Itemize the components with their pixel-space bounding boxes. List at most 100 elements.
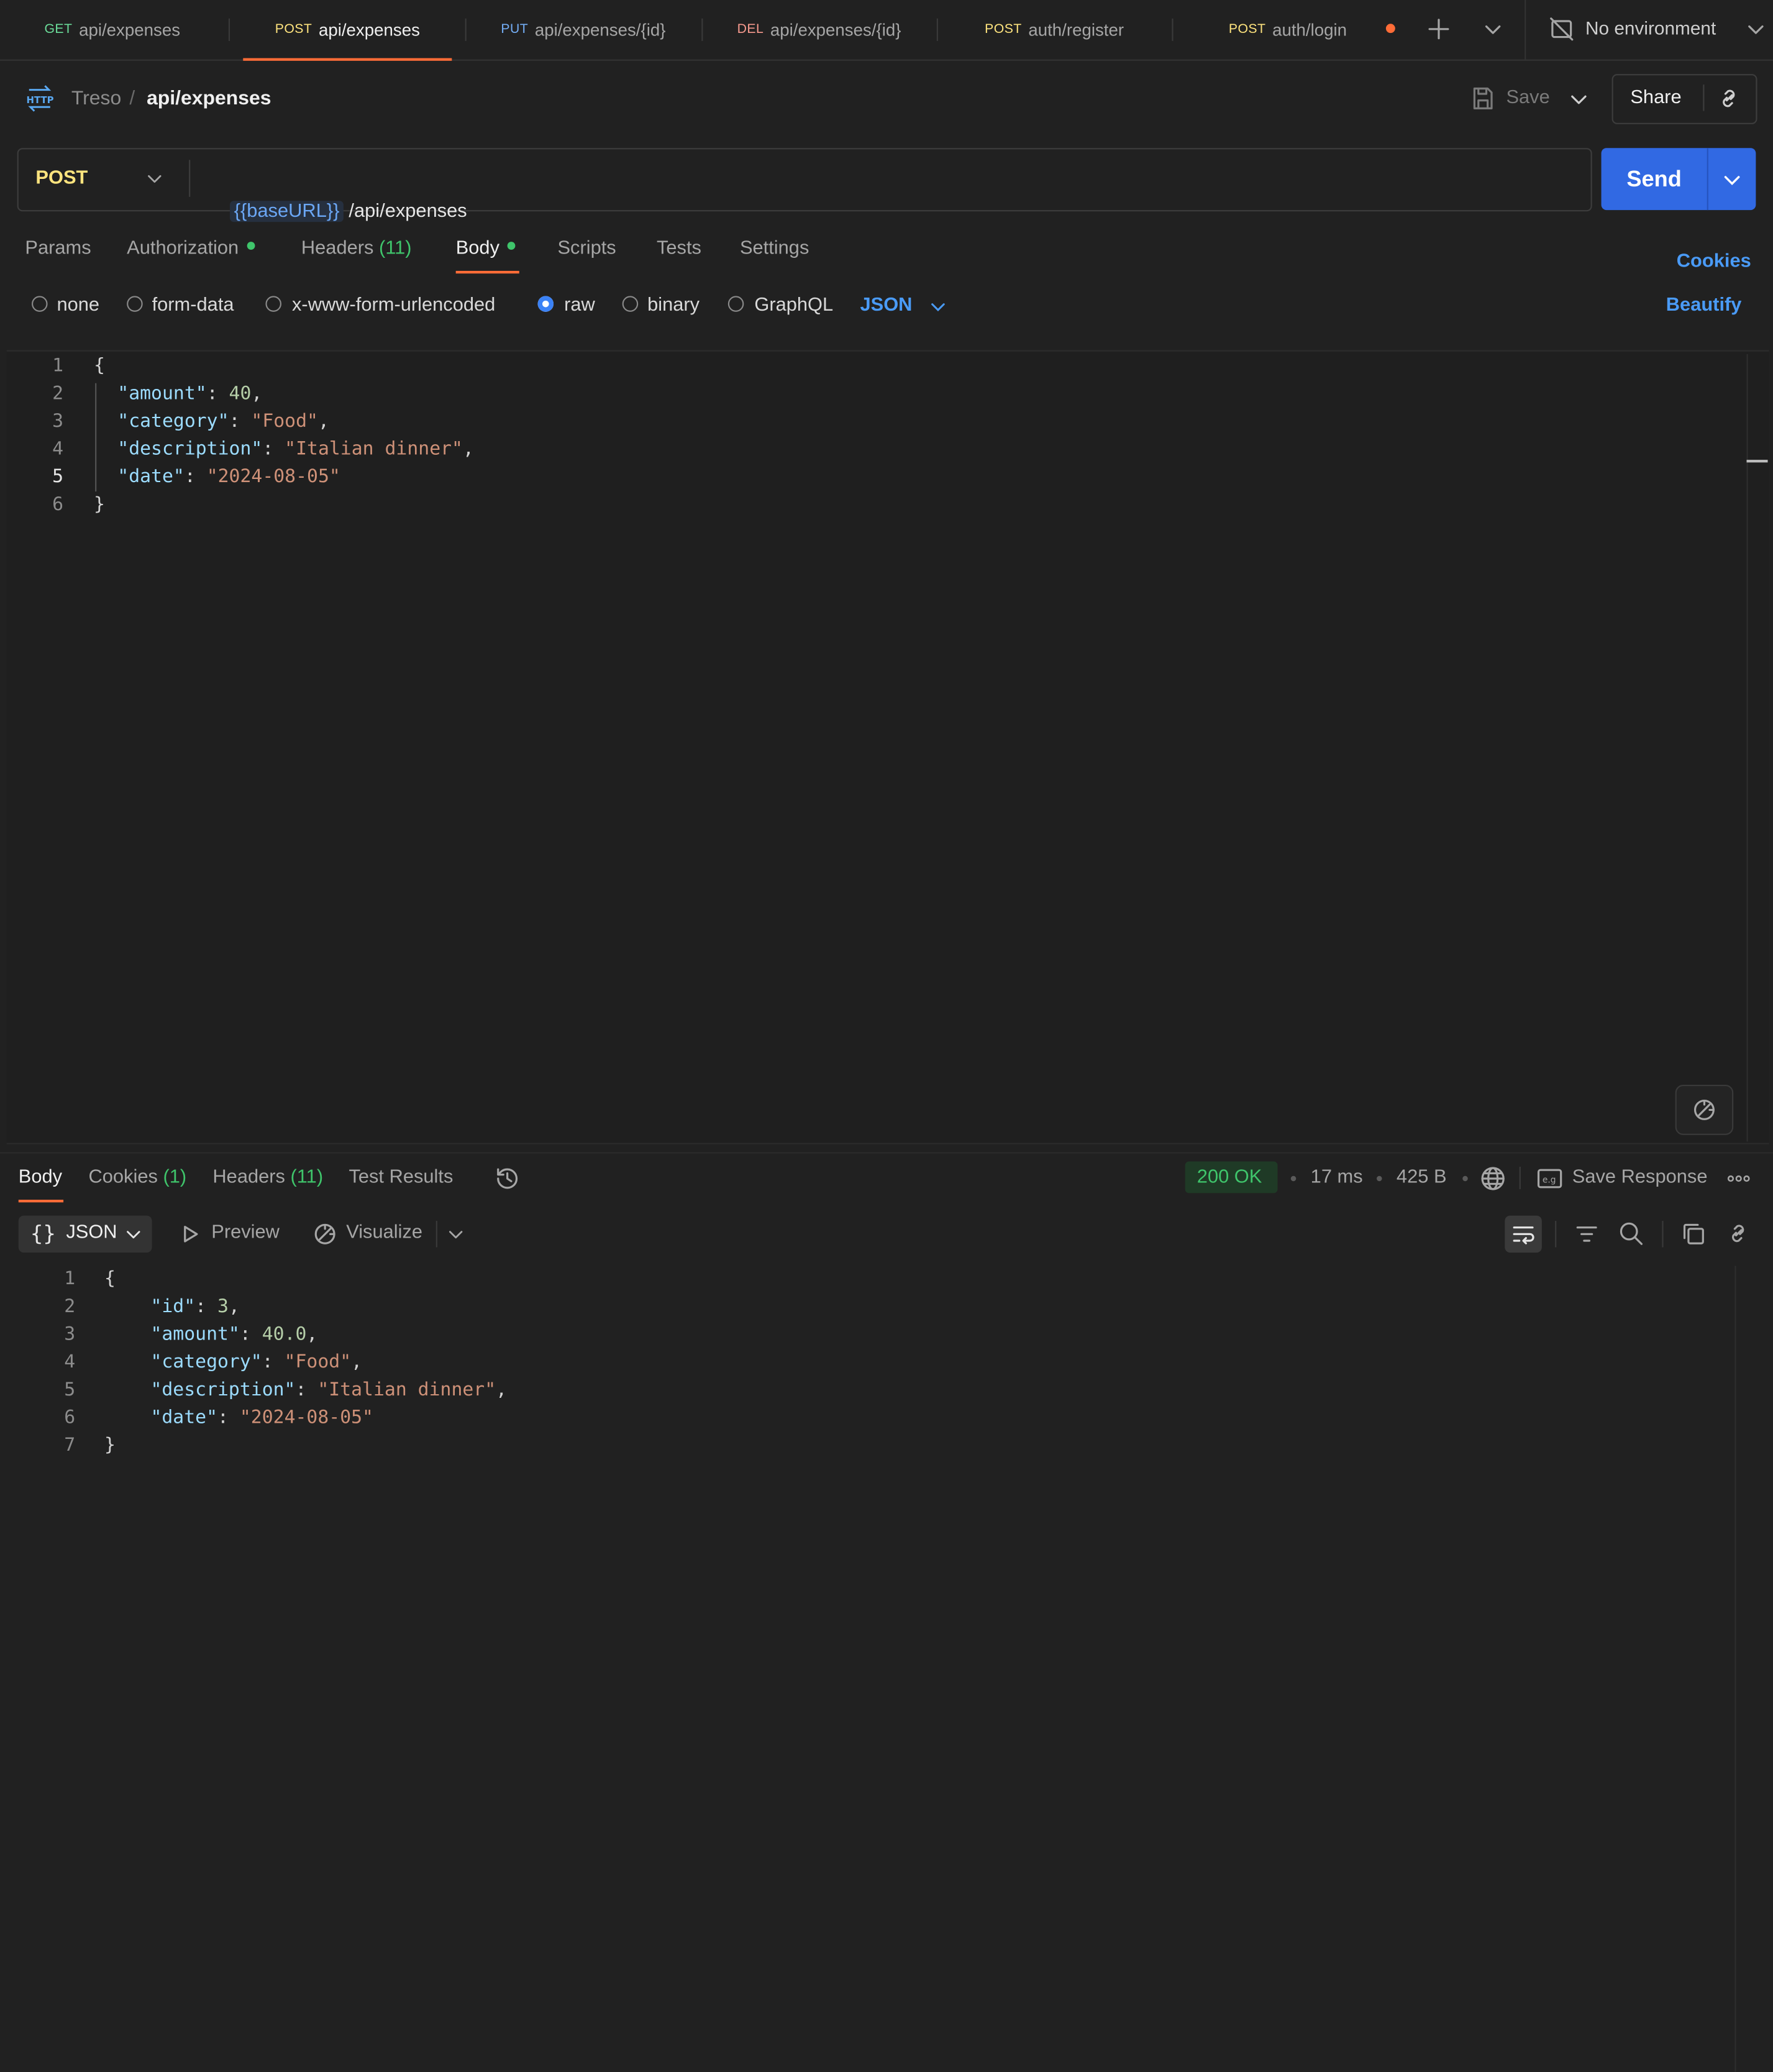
tab-list-chevron-icon[interactable] — [1482, 19, 1503, 40]
response-tab-headers[interactable]: Headers (11) — [212, 1167, 323, 1188]
more-options-icon[interactable] — [1725, 1167, 1752, 1190]
line-number: 3 — [52, 411, 64, 432]
search-icon[interactable] — [1618, 1221, 1643, 1246]
pane-divider[interactable] — [0, 1152, 1773, 1154]
radio-graphql-label[interactable]: GraphQL — [754, 294, 833, 316]
meta-separator — [1290, 1175, 1297, 1182]
tab-settings[interactable]: Settings — [740, 238, 809, 259]
editor-minimap-marker[interactable] — [1746, 460, 1768, 463]
cookies-link[interactable]: Cookies — [1677, 251, 1751, 272]
response-format-label: JSON — [66, 1222, 117, 1244]
new-tab-icon[interactable] — [1426, 16, 1452, 43]
radio-binary-label[interactable]: binary — [647, 294, 700, 316]
response-tab-test-results[interactable]: Test Results — [349, 1167, 453, 1188]
tab-scripts[interactable]: Scripts — [557, 238, 616, 259]
json-comma: , — [462, 439, 474, 460]
response-tab-body[interactable]: Body — [19, 1167, 62, 1188]
line-number: 7 — [64, 1435, 76, 1456]
save-button[interactable]: Save — [1506, 87, 1549, 108]
line-number: 2 — [52, 383, 64, 404]
url-input[interactable]: {{baseURL}} /api/expenses — [209, 164, 1583, 222]
send-options-chevron-icon[interactable] — [1721, 169, 1743, 190]
preview-button[interactable]: Preview — [211, 1222, 280, 1243]
json-key: "description" — [150, 1379, 296, 1401]
tab-get-expenses[interactable]: GET api/expenses — [0, 0, 225, 60]
ai-assist-button[interactable] — [1675, 1085, 1734, 1135]
page-title[interactable]: api/expenses — [147, 87, 271, 109]
tab-label: api/expenses/{id} — [770, 19, 901, 40]
send-button[interactable]: Send — [1602, 148, 1707, 210]
tab-delete-expense[interactable]: DEL api/expenses/{id} — [703, 0, 935, 60]
radio-form-data[interactable] — [127, 296, 143, 312]
meta-separator — [1377, 1175, 1382, 1182]
visualize-divider — [435, 1221, 437, 1248]
json-key: "amount" — [117, 383, 207, 404]
authorization-active-dot — [246, 242, 255, 250]
visualize-chevron-icon[interactable] — [447, 1225, 465, 1243]
method-badge: POST — [985, 22, 1022, 37]
json-value: "2024-08-05" — [206, 466, 340, 488]
request-tab-bar: GET api/expenses POST api/expenses PUT a… — [0, 0, 1773, 61]
meta-separator — [1462, 1175, 1468, 1182]
response-tab-cookies[interactable]: Cookies (1) — [88, 1167, 186, 1188]
beautify-button[interactable]: Beautify — [1666, 294, 1742, 316]
word-wrap-toggle[interactable] — [1505, 1215, 1542, 1253]
active-tab-underline — [455, 270, 519, 274]
body-active-dot — [507, 242, 516, 250]
tab-post-register[interactable]: POST auth/register — [938, 0, 1170, 60]
status-text: 200 OK — [1196, 1166, 1262, 1188]
code-line: "date": "2024-08-05" — [117, 466, 340, 488]
tab-put-expense[interactable]: PUT api/expenses/{id} — [467, 0, 700, 60]
body-format-select[interactable]: JSON — [860, 294, 912, 316]
radio-none[interactable] — [32, 296, 48, 312]
tab-params[interactable]: Params — [25, 238, 91, 259]
method-badge: POST — [1228, 22, 1266, 37]
visualize-icon — [312, 1221, 339, 1248]
response-link-icon[interactable] — [1725, 1221, 1750, 1246]
http-request-icon: HTTP — [24, 83, 55, 112]
url-variable[interactable]: {{baseURL}} — [230, 201, 344, 222]
response-time[interactable]: 17 ms — [1311, 1167, 1363, 1188]
save-options-chevron-icon[interactable] — [1568, 88, 1589, 109]
radio-none-label[interactable]: none — [57, 294, 99, 316]
code-line: { — [104, 1268, 116, 1290]
breadcrumb-workspace[interactable]: Treso — [71, 87, 121, 109]
format-chevron-icon[interactable] — [929, 298, 947, 316]
network-globe-icon[interactable] — [1480, 1166, 1506, 1192]
json-value: "Food" — [251, 411, 318, 432]
copy-icon[interactable] — [1682, 1222, 1705, 1246]
radio-form-data-label[interactable]: form-data — [152, 294, 234, 316]
radio-graphql[interactable] — [727, 296, 744, 312]
environment-selector[interactable]: No environment — [1585, 17, 1716, 39]
tab-post-expenses[interactable]: POST api/expenses — [243, 0, 452, 61]
radio-urlencoded[interactable] — [265, 296, 281, 312]
line-number: 6 — [64, 1407, 76, 1428]
tab-tests[interactable]: Tests — [657, 238, 701, 259]
share-button[interactable]: Share — [1630, 87, 1681, 108]
radio-binary[interactable] — [622, 296, 639, 312]
code-line: "date": "2024-08-05" — [150, 1407, 373, 1428]
tab-post-login[interactable]: POST auth/login — [1174, 0, 1406, 60]
line-number: 5 — [52, 466, 64, 488]
environment-chevron-icon[interactable] — [1745, 19, 1766, 40]
visualize-button[interactable]: Visualize — [346, 1222, 422, 1243]
response-size[interactable]: 425 B — [1397, 1167, 1447, 1188]
save-response-button[interactable]: Save Response — [1572, 1167, 1708, 1188]
filter-icon[interactable] — [1575, 1222, 1598, 1246]
tab-body[interactable]: Body — [456, 238, 516, 259]
method-select[interactable]: POST — [35, 168, 88, 189]
json-comma: , — [317, 411, 329, 432]
tab-headers[interactable]: Headers (11) — [301, 238, 412, 259]
json-comma: , — [496, 1379, 508, 1401]
method-chevron-icon[interactable] — [145, 169, 164, 188]
json-comma: , — [251, 383, 263, 404]
word-wrap-icon — [1511, 1222, 1535, 1246]
tab-label: api/expenses — [318, 19, 420, 39]
radio-raw-label[interactable]: raw — [564, 294, 595, 316]
radio-raw[interactable] — [537, 296, 554, 312]
copy-link-icon[interactable] — [1716, 86, 1741, 111]
tab-authorization[interactable]: Authorization — [127, 238, 255, 259]
radio-urlencoded-label[interactable]: x-www-form-urlencoded — [292, 294, 495, 316]
method-badge: DEL — [737, 22, 764, 37]
history-icon[interactable] — [494, 1166, 521, 1192]
